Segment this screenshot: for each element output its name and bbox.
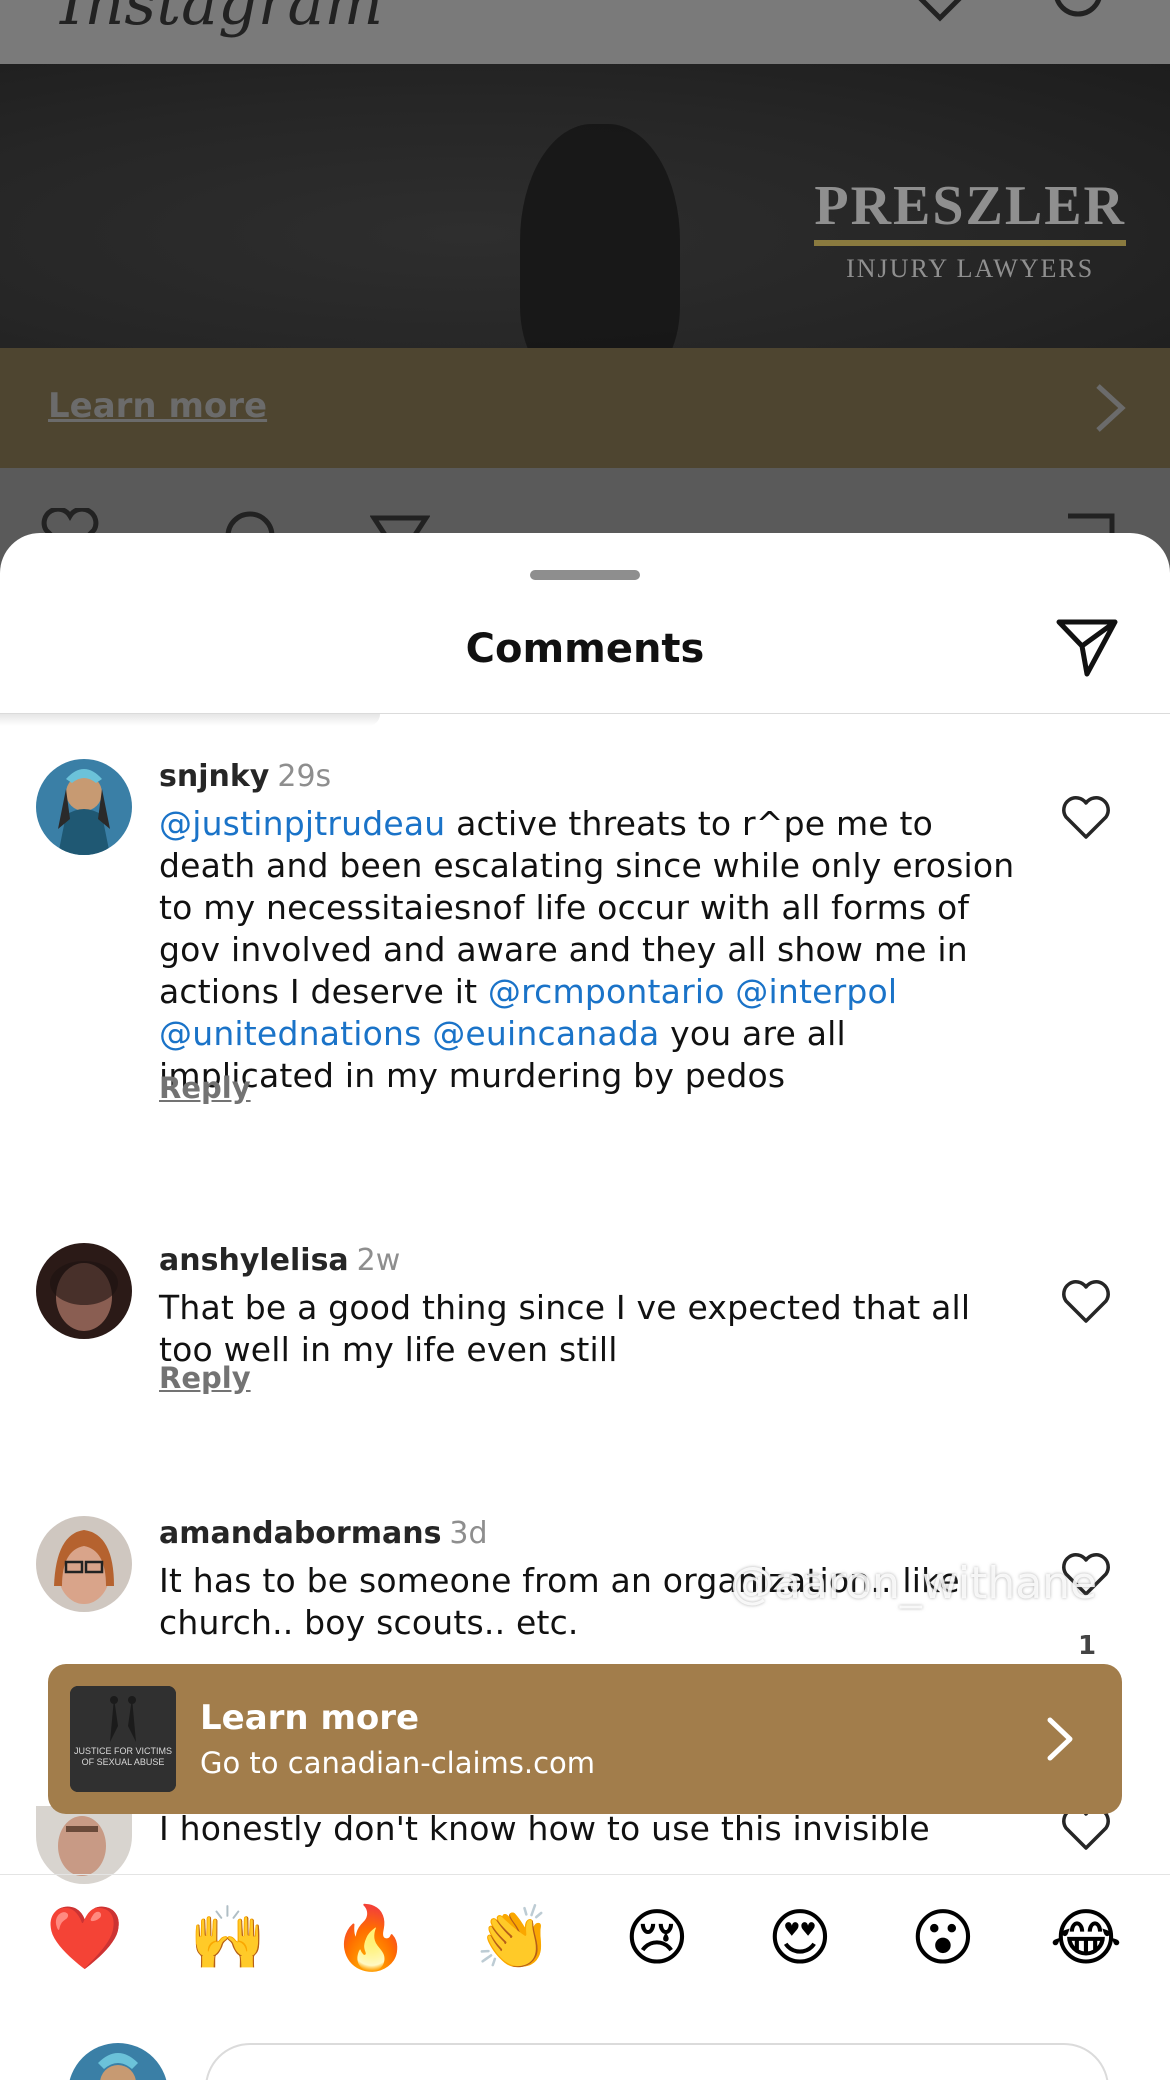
comment-text: I honestly don't know how to use this in…	[159, 1809, 930, 1848]
messenger-icon	[1054, 0, 1102, 17]
header-shadow	[0, 714, 380, 726]
comment-username[interactable]: anshylelisa	[159, 1243, 349, 1278]
sheet-title: Comments	[465, 626, 705, 672]
app-header: Instagram	[0, 0, 1170, 64]
sponsored-post-image: PRESZLER INJURY LAWYERS	[0, 64, 1170, 348]
reaction-raised-hands-icon[interactable]: 🙌	[183, 1893, 273, 1983]
reaction-heart-icon[interactable]: ❤️	[40, 1893, 130, 1983]
comment-username[interactable]: amandabormans	[159, 1516, 441, 1551]
learn-more-banner[interactable]: JUSTICE FOR VICTIMS OF SEXUAL ABUSE Lear…	[48, 1664, 1122, 1814]
reaction-heart-eyes-icon[interactable]: 😍	[755, 1893, 845, 1983]
ad-thumbnail-text: JUSTICE FOR VICTIMS OF SEXUAL ABUSE	[73, 1746, 172, 1767]
comment-text-segment	[725, 972, 736, 1011]
mention-link[interactable]: @unitednations	[159, 1014, 422, 1053]
reaction-fire-icon[interactable]: 🔥	[326, 1893, 416, 1983]
reply-button[interactable]: Reply	[159, 1361, 251, 1395]
comment-input[interactable]	[205, 2043, 1109, 2080]
comment-header: amandabormans 3d	[159, 1516, 488, 1552]
like-heart-icon[interactable]	[1060, 795, 1112, 841]
drag-handle[interactable]	[530, 570, 640, 580]
comment-text-segment	[422, 1014, 433, 1053]
share-icon[interactable]	[1054, 616, 1120, 678]
mention-link[interactable]: @euincanada	[432, 1014, 659, 1053]
like-count: 1	[1078, 1631, 1097, 1661]
brand-logo: PRESZLER INJURY LAWYERS	[814, 178, 1126, 284]
comments-sheet: Comments snjnky 29s @justinpjtrudeau acti…	[0, 533, 1170, 2080]
post-learn-more-bar: Learn more	[0, 348, 1170, 468]
notifications-heart-icon	[918, 0, 962, 22]
brand-name: PRESZLER	[814, 175, 1126, 237]
reaction-laughing-icon[interactable]: 😂	[1041, 1893, 1131, 1983]
avatar[interactable]	[36, 759, 132, 855]
current-user-avatar	[68, 2043, 168, 2080]
mention-link[interactable]: @interpol	[735, 972, 897, 1011]
ad-url: Go to canadian-claims.com	[200, 1746, 596, 1780]
like-heart-icon[interactable]	[1060, 1279, 1112, 1325]
ad-thumbnail: JUSTICE FOR VICTIMS OF SEXUAL ABUSE	[70, 1686, 176, 1792]
quick-reactions-bar: ❤️ 🙌 🔥 👏 😢 😍 😮 😂	[0, 1893, 1170, 1993]
reaction-clap-icon[interactable]: 👏	[469, 1893, 559, 1983]
reply-button[interactable]: Reply	[159, 1071, 251, 1105]
watermark-text: @aaron_withane	[730, 1558, 1098, 1609]
comment-header: anshylelisa 2w	[159, 1243, 400, 1279]
comment-time: 2w	[356, 1243, 401, 1278]
comment-text: That be a good thing since I ve expected…	[159, 1288, 971, 1369]
reaction-surprised-icon[interactable]: 😮	[898, 1893, 988, 1983]
ad-title: Learn more	[200, 1698, 420, 1738]
comment-username[interactable]: snjnky	[159, 759, 269, 794]
chevron-right-icon	[1047, 1717, 1073, 1761]
comment-text: @justinpjtrudeau active threats to r^pe …	[159, 803, 1019, 1097]
mention-link[interactable]: @rcmpontario	[488, 972, 725, 1011]
instagram-logo: Instagram	[60, 0, 384, 39]
brand-subtitle: INJURY LAWYERS	[846, 254, 1095, 283]
brand-underline	[814, 240, 1126, 246]
post-image-silhouette	[520, 124, 680, 348]
reactions-divider	[0, 1874, 1170, 1875]
comment-time: 29s	[277, 759, 332, 794]
reaction-crying-icon[interactable]: 😢	[612, 1893, 702, 1983]
avatar[interactable]	[36, 1516, 132, 1612]
comment-time: 3d	[449, 1516, 488, 1551]
post-learn-more-label: Learn more	[48, 386, 268, 426]
avatar[interactable]	[36, 1243, 132, 1339]
comment-header: snjnky 29s	[159, 759, 331, 795]
mention-link[interactable]: @justinpjtrudeau	[159, 804, 445, 843]
avatar[interactable]	[36, 1806, 132, 1884]
chevron-right-icon	[1096, 384, 1126, 432]
